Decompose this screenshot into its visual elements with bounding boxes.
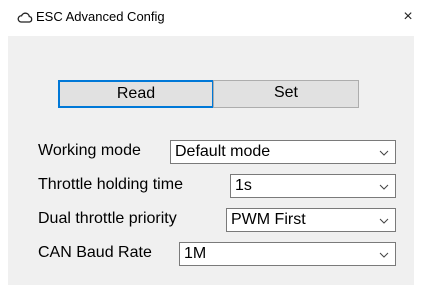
working-mode-select[interactable]: Default mode <box>170 140 396 164</box>
throttle-holding-time-label: Throttle holding time <box>38 176 183 193</box>
chevron-down-icon <box>379 252 389 258</box>
dual-throttle-priority-select[interactable]: PWM First <box>226 208 396 232</box>
dual-throttle-priority-value: PWM First <box>231 211 306 228</box>
read-button[interactable]: Read <box>58 80 214 108</box>
title-bar: ESC Advanced Config × <box>0 0 422 36</box>
working-mode-label: Working mode <box>38 142 141 159</box>
working-mode-row: Working mode Default mode <box>38 140 398 164</box>
cloud-icon <box>17 12 33 23</box>
chevron-down-icon <box>379 184 389 190</box>
dual-throttle-priority-label: Dual throttle priority <box>38 210 177 227</box>
can-baud-rate-select[interactable]: 1M <box>179 242 396 266</box>
can-baud-rate-label: CAN Baud Rate <box>38 244 152 261</box>
throttle-holding-time-value: 1s <box>235 177 252 194</box>
can-baud-rate-value: 1M <box>184 245 207 262</box>
throttle-holding-time-select[interactable]: 1s <box>230 174 396 198</box>
set-button[interactable]: Set <box>213 80 359 108</box>
throttle-holding-time-row: Throttle holding time 1s <box>38 174 398 198</box>
working-mode-value: Default mode <box>175 143 271 160</box>
chevron-down-icon <box>379 218 389 224</box>
can-baud-rate-row: CAN Baud Rate 1M <box>38 242 398 266</box>
window-title: ESC Advanced Config <box>36 9 165 24</box>
close-icon[interactable]: × <box>398 7 418 27</box>
dialog-body: Read Set Working mode Default mode Throt… <box>8 36 414 285</box>
chevron-down-icon <box>379 150 389 156</box>
dual-throttle-priority-row: Dual throttle priority PWM First <box>38 208 398 232</box>
